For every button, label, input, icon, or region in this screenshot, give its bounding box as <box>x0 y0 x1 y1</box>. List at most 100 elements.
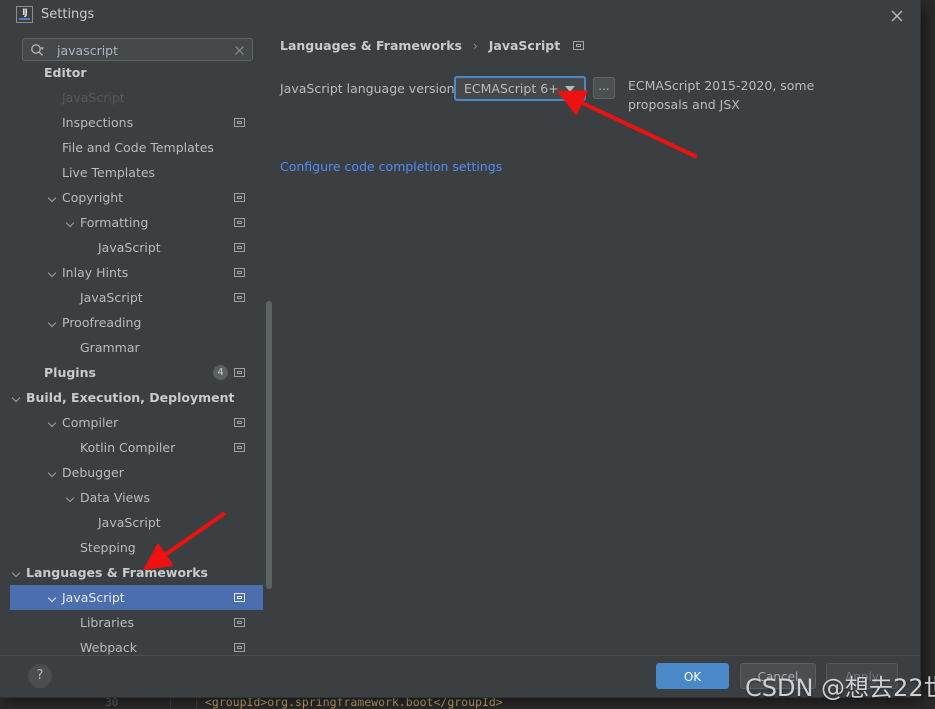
page-icon <box>234 218 245 227</box>
sidebar-item-javascript[interactable]: JavaScript <box>10 285 263 310</box>
chevron-down-icon[interactable] <box>12 560 23 585</box>
sidebar-item-grammar[interactable]: Grammar <box>10 335 263 360</box>
sidebar-item-javascript[interactable]: JavaScript <box>10 235 263 260</box>
sidebar-item-label: Languages & Frameworks <box>26 565 208 580</box>
page-icon <box>573 41 585 50</box>
sidebar-item-label: Copyright <box>62 190 124 205</box>
sidebar-item-label: JavaScript <box>98 240 161 255</box>
chevron-down-icon[interactable] <box>66 210 77 235</box>
watermark: CSDN @想去22世纪 <box>745 674 935 702</box>
breadcrumb-parent[interactable]: Languages & Frameworks <box>280 38 462 53</box>
sidebar-item-label: Stepping <box>80 540 136 555</box>
sidebar-item-languages-frameworks[interactable]: Languages & Frameworks <box>10 560 263 585</box>
language-version-label: JavaScript language version <box>280 81 455 96</box>
background-code-line-bottom: <groupId>org.springframework.boot</group… <box>205 695 503 709</box>
sidebar-item-label: Build, Execution, Deployment <box>26 390 235 405</box>
sidebar-item-inlay-hints[interactable]: Inlay Hints <box>10 260 263 285</box>
sidebar-item-label: Inlay Hints <box>62 265 129 280</box>
breadcrumb-separator: › <box>472 39 478 53</box>
language-version-description: ECMAScript 2015-2020, some proposals and… <box>628 78 815 112</box>
sidebar-item-label: JavaScript <box>62 90 125 105</box>
sidebar-item-label: JavaScript <box>80 290 143 305</box>
search-input[interactable] <box>55 39 227 62</box>
close-icon[interactable] <box>874 0 920 29</box>
sidebar-item-label: Live Templates <box>62 165 156 180</box>
sidebar-item-data-views[interactable]: Data Views <box>10 485 263 510</box>
chevron-down-icon[interactable] <box>48 260 59 285</box>
breadcrumb-current: JavaScript <box>488 38 561 53</box>
clear-icon[interactable] <box>234 44 245 55</box>
page-icon <box>234 118 245 127</box>
sidebar-item-label: JavaScript <box>62 590 125 605</box>
sidebar-item-label: Formatting <box>80 215 149 230</box>
chevron-down-icon[interactable] <box>48 460 59 485</box>
sidebar-item-inspections[interactable]: Inspections <box>10 110 263 135</box>
language-version-value: ECMAScript 6+ <box>464 81 559 96</box>
chevron-down-icon[interactable] <box>48 410 59 435</box>
sidebar-item-javascript[interactable]: JavaScript <box>10 85 263 110</box>
sidebar-item-plugins[interactable]: Plugins 4 <box>10 360 263 385</box>
page-icon <box>234 368 245 377</box>
sidebar-item-compiler[interactable]: Compiler <box>10 410 263 435</box>
sidebar-item-label: Inspections <box>62 115 134 130</box>
language-version-more-button[interactable]: ... <box>593 77 615 99</box>
sidebar-item-formatting[interactable]: Formatting <box>10 210 263 235</box>
language-version-select[interactable]: ECMAScript 6+ <box>454 76 586 101</box>
sidebar-item-label: Plugins <box>44 365 96 380</box>
page-icon <box>234 193 245 202</box>
sidebar-item-proofreading[interactable]: Proofreading <box>10 310 263 335</box>
sidebar-item-javascript[interactable]: JavaScript <box>10 585 263 610</box>
sidebar-item-file-and-code-templates[interactable]: File and Code Templates <box>10 135 263 160</box>
chevron-down-icon <box>565 86 575 92</box>
page-icon <box>234 643 245 652</box>
sidebar-item-badge: 4 <box>213 365 228 380</box>
page-icon <box>234 293 245 302</box>
sidebar-item-live-templates[interactable]: Live Templates <box>10 160 263 185</box>
background-gutter-divider <box>170 696 171 709</box>
ok-button[interactable]: OK <box>656 663 729 689</box>
settings-sidebar: Editor JavaScript Inspections File and Code… <box>10 33 272 656</box>
settings-tree[interactable]: Editor JavaScript Inspections File and Code… <box>10 68 263 656</box>
sidebar-item-label: Kotlin Compiler <box>80 440 176 455</box>
configure-code-completion-link[interactable]: Configure code completion settings <box>280 159 502 174</box>
background-gutter-divider-2 <box>196 696 197 709</box>
sidebar-item-label: Grammar <box>80 340 140 355</box>
page-icon <box>234 593 245 602</box>
sidebar-item-build-execution-deployment[interactable]: Build, Execution, Deployment <box>10 385 263 410</box>
sidebar-item-label: File and Code Templates <box>62 140 214 155</box>
sidebar-item-debugger[interactable]: Debugger <box>10 460 263 485</box>
settings-dialog: IJ Settings javascript Editor JavaScript… <box>0 0 920 697</box>
search-field[interactable] <box>22 38 253 62</box>
chevron-down-icon[interactable] <box>48 185 59 210</box>
page-icon <box>234 618 245 627</box>
sidebar-item-label: Libraries <box>80 615 134 630</box>
chevron-down-icon[interactable] <box>48 310 59 335</box>
sidebar-item-editor[interactable]: Editor <box>10 68 263 85</box>
sidebar-item-stepping[interactable]: Stepping <box>10 535 263 560</box>
sidebar-item-label: Debugger <box>62 465 124 480</box>
sidebar-item-copyright[interactable]: Copyright <box>10 185 263 210</box>
sidebar-item-libraries[interactable]: Libraries <box>10 610 263 635</box>
sidebar-item-label: Editor <box>44 68 87 80</box>
help-button[interactable]: ? <box>28 664 52 688</box>
sidebar-item-label: JavaScript <box>98 515 161 530</box>
dialog-title-bar: IJ Settings <box>0 0 920 29</box>
sidebar-item-label: Webpack <box>80 640 137 655</box>
page-icon <box>234 418 245 427</box>
page-icon <box>234 268 245 277</box>
sidebar-item-label: Data Views <box>80 490 150 505</box>
sidebar-item-label: Proofreading <box>62 315 142 330</box>
sidebar-item-label: Compiler <box>62 415 119 430</box>
sidebar-item-javascript[interactable]: JavaScript <box>10 510 263 535</box>
intellij-idea-icon: IJ <box>16 6 33 23</box>
search-icon <box>30 43 46 60</box>
page-icon <box>234 243 245 252</box>
sidebar-item-kotlin-compiler[interactable]: Kotlin Compiler <box>10 435 263 460</box>
chevron-down-icon[interactable] <box>66 485 77 510</box>
chevron-down-icon[interactable] <box>48 585 59 610</box>
sidebar-item-webpack[interactable]: Webpack <box>10 635 263 656</box>
page-icon <box>234 443 245 452</box>
background-line-number: 30 <box>105 696 119 709</box>
dialog-title: Settings <box>41 7 95 22</box>
chevron-down-icon[interactable] <box>12 385 23 410</box>
